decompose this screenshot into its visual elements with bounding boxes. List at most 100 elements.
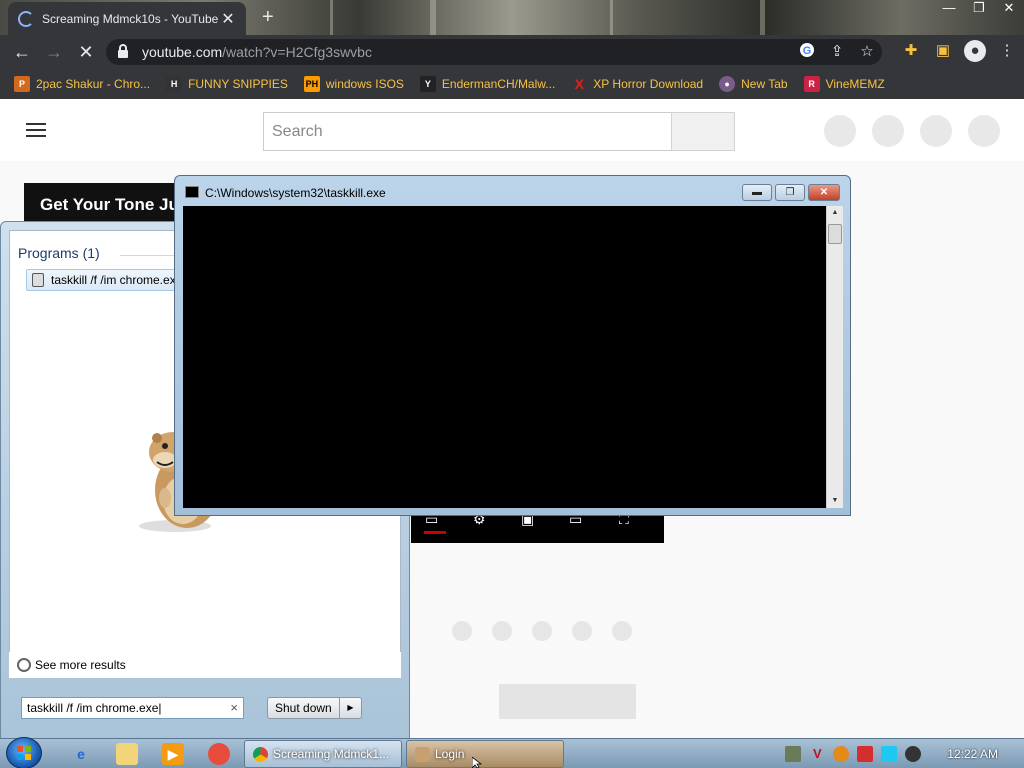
side-panel-icon[interactable]: ▣: [932, 40, 954, 62]
chrome-icon: [253, 747, 268, 762]
see-more-label: See more results: [35, 658, 126, 672]
start-search-input[interactable]: taskkill /f /im chrome.exe| ×: [21, 697, 244, 719]
bookmark-favicon-icon: PH: [303, 76, 320, 92]
bookmarks-bar: P 2pac Shakur - Chro... H FUNNY SNIPPIES P…: [0, 69, 1024, 99]
loading-spinner-icon: [18, 10, 34, 27]
console-output-area[interactable]: [183, 206, 826, 508]
tray-v-icon[interactable]: V: [809, 746, 825, 762]
console-app-icon: [185, 186, 199, 198]
window-controls: — ❐ ✕: [934, 0, 1024, 20]
bookmark-funny-snippies[interactable]: H FUNNY SNIPPIES: [166, 76, 288, 92]
restore-button[interactable]: ❐: [964, 0, 994, 18]
see-more-results-link[interactable]: See more results: [9, 652, 401, 678]
google-lens-icon[interactable]: G: [798, 42, 816, 62]
url-domain: youtube.com: [142, 44, 223, 60]
tray-app-icon[interactable]: [785, 746, 802, 762]
mouse-cursor-icon: [472, 757, 482, 768]
start-button-windows-icon[interactable]: [6, 737, 42, 768]
header-placeholder-icon[interactable]: [872, 115, 904, 147]
bookmark-favicon-icon: Y: [419, 76, 436, 92]
scroll-down-arrow-icon[interactable]: ▼: [827, 494, 843, 508]
tab-title: Screaming Mdmck10s - YouTube: [42, 11, 219, 26]
captions-active-indicator: [424, 531, 446, 534]
bookmark-label: VineMEMZ: [825, 77, 885, 91]
taskbar: e ▶ Screaming Mdmck1... Login V 12:22 AM: [0, 737, 1024, 768]
header-placeholder-icon[interactable]: [824, 115, 856, 147]
lock-icon[interactable]: [116, 43, 134, 61]
bookmark-label: EndermanCH/Malw...: [441, 77, 556, 91]
console-window-controls: ▬ ❐ ✕: [742, 184, 840, 201]
tray-volume-icon[interactable]: [905, 746, 922, 762]
bookmark-favicon-icon: X: [574, 76, 584, 92]
url-text: youtube.com/watch?v=H2Cfg3swvbc: [142, 44, 372, 60]
paint-app-icon[interactable]: [208, 743, 230, 765]
taskkill-console-window: C:\Windows\system32\taskkill.exe ▬ ❐ ✕ ▲…: [174, 175, 851, 516]
theme-decoration: [430, 0, 436, 35]
bookmark-favicon-icon: R: [803, 76, 820, 92]
program-file-icon: [32, 273, 44, 287]
stop-loading-button[interactable]: ✕: [70, 36, 102, 68]
youtube-header: Search: [0, 99, 1024, 161]
console-close-button[interactable]: ✕: [808, 184, 840, 201]
browser-tab[interactable]: Screaming Mdmck10s - YouTube ✕: [8, 2, 246, 35]
tray-search-icon[interactable]: [833, 746, 850, 762]
clear-search-icon[interactable]: ×: [230, 698, 238, 718]
scroll-up-arrow-icon[interactable]: ▲: [827, 206, 843, 220]
media-player-icon[interactable]: ▶: [162, 743, 184, 765]
extensions-puzzle-icon[interactable]: ✚: [900, 40, 922, 62]
explorer-folder-icon[interactable]: [116, 743, 138, 765]
taskbar-clock[interactable]: 12:22 AM: [947, 747, 998, 761]
theme-decoration: [330, 0, 333, 35]
tray-network-icon[interactable]: [881, 746, 898, 762]
bookmark-star-icon[interactable]: ☆: [858, 42, 876, 62]
menu-kebab-icon[interactable]: ⋮: [996, 40, 1018, 62]
bookmark-label: windows ISOS: [325, 77, 404, 91]
header-placeholder-icon[interactable]: [920, 115, 952, 147]
tab-close-icon[interactable]: ✕: [220, 9, 236, 29]
console-maximize-button[interactable]: ❐: [775, 184, 805, 201]
programs-heading: Programs (1): [18, 245, 100, 261]
shutdown-options-arrow-icon[interactable]: ▶: [339, 698, 361, 718]
bookmark-label: FUNNY SNIPPIES: [188, 77, 288, 91]
console-title: C:\Windows\system32\taskkill.exe: [205, 186, 386, 200]
chrome-tab-strip: Screaming Mdmck10s - YouTube ✕ + — ❐ ✕: [0, 0, 1024, 35]
screen: Screaming Mdmck10s - YouTube ✕ + — ❐ ✕ ←…: [0, 0, 1024, 768]
shutdown-label: Shut down: [275, 701, 332, 715]
minimize-button[interactable]: —: [934, 0, 964, 18]
browser-toolbar: ← → ✕ youtube.com/watch?v=H2Cfg3swvbc G …: [0, 35, 1024, 69]
internet-explorer-icon[interactable]: e: [70, 743, 92, 765]
header-placeholder-icon[interactable]: [968, 115, 1000, 147]
magnifier-icon: [17, 658, 31, 672]
scroll-thumb[interactable]: [828, 224, 842, 244]
taskbar-login-task[interactable]: Login: [406, 740, 564, 768]
login-app-icon: [415, 747, 430, 762]
bookmark-windows-isos[interactable]: PH windows ISOS: [303, 76, 404, 92]
bookmark-new-tab[interactable]: ● New Tab: [719, 76, 788, 92]
bookmark-favicon-icon: H: [166, 76, 183, 92]
bookmark-endermanch[interactable]: Y EndermanCH/Malw...: [419, 76, 556, 92]
bookmark-favicon-icon: ●: [719, 76, 736, 92]
start-search-value: taskkill /f /im chrome.exe: [27, 701, 159, 715]
bookmark-xp-horror[interactable]: X XP Horror Download: [571, 76, 704, 92]
tray-flag-icon[interactable]: [857, 746, 874, 762]
bookmark-label: 2pac Shakur - Chro...: [36, 77, 151, 91]
console-minimize-button[interactable]: ▬: [742, 184, 772, 201]
profile-avatar-icon[interactable]: ●: [964, 40, 986, 62]
taskbar-chrome-task[interactable]: Screaming Mdmck1...: [244, 740, 402, 768]
youtube-search-button[interactable]: [671, 112, 735, 151]
youtube-search-input[interactable]: Search: [263, 112, 672, 151]
bookmark-2pac[interactable]: P 2pac Shakur - Chro...: [14, 76, 150, 92]
address-bar[interactable]: youtube.com/watch?v=H2Cfg3swvbc G ⇪ ☆: [106, 39, 882, 65]
shutdown-button[interactable]: Shut down ▶: [267, 697, 362, 719]
back-button[interactable]: ←: [6, 36, 38, 68]
hamburger-menu-icon[interactable]: [26, 123, 46, 137]
close-window-button[interactable]: ✕: [994, 0, 1024, 18]
share-icon[interactable]: ⇪: [828, 42, 846, 62]
forward-button[interactable]: →: [38, 36, 70, 68]
new-tab-button[interactable]: +: [262, 6, 274, 29]
console-scrollbar[interactable]: ▲ ▼: [826, 206, 843, 508]
bookmark-vinememz[interactable]: R VineMEMZ: [803, 76, 885, 92]
theme-decoration: [610, 0, 613, 35]
loading-dot: [572, 621, 592, 641]
theme-decoration: [760, 0, 765, 35]
